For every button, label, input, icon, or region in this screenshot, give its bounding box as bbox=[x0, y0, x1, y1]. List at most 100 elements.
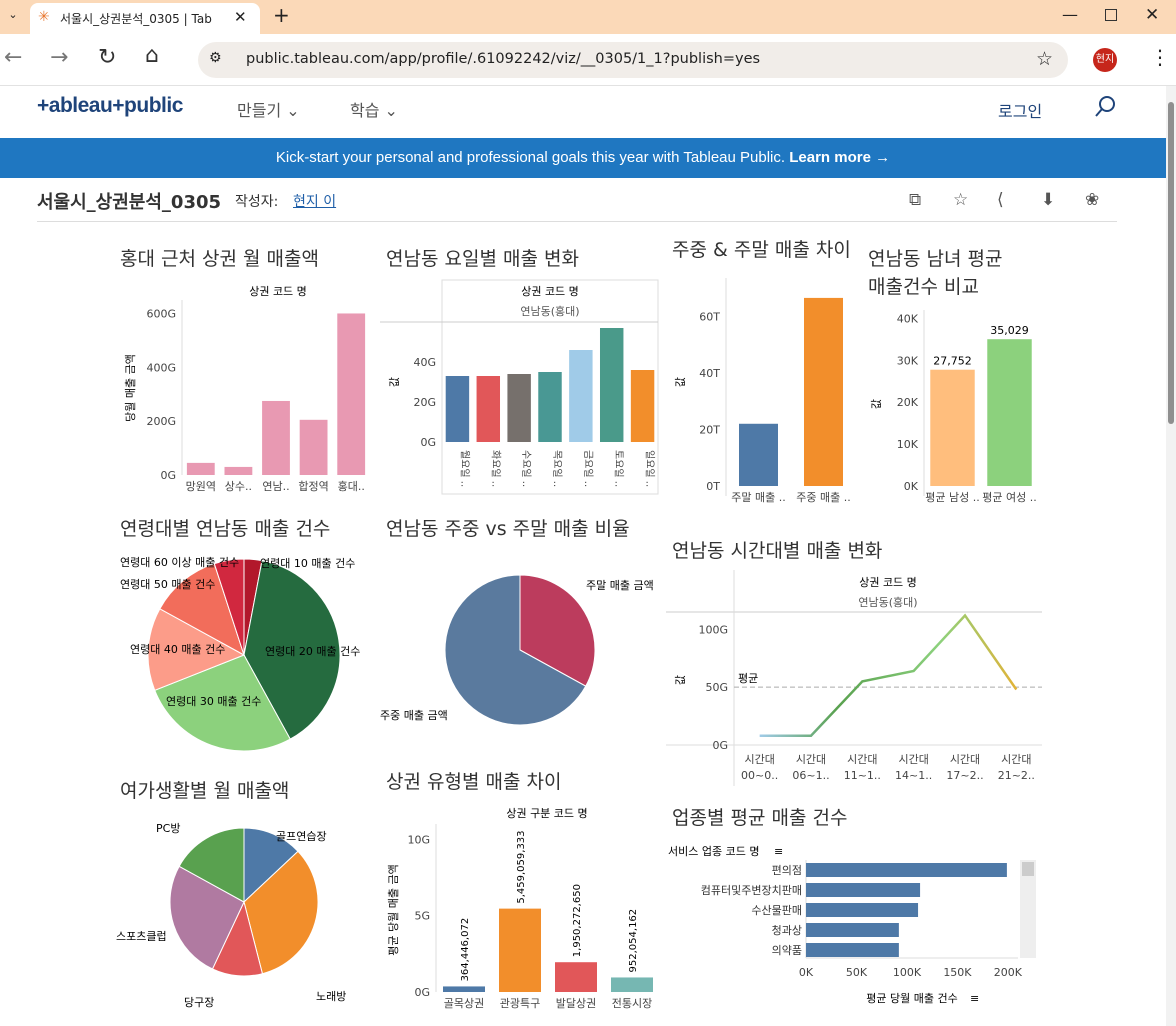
panel-title-8: 여가생활별 월 매출액 bbox=[120, 780, 290, 802]
p10-scroll-thumb[interactable] bbox=[1022, 862, 1034, 876]
bar bbox=[806, 903, 919, 917]
award-icon[interactable]: ❀ bbox=[1085, 189, 1099, 211]
chart-p6[interactable]: 주말 매출 금액주중 매출 금액 bbox=[378, 558, 660, 740]
x-tick-label: 월요일 .. bbox=[458, 450, 470, 487]
share-icon[interactable]: ⟨ bbox=[997, 189, 1004, 211]
bar bbox=[806, 863, 1007, 877]
bar bbox=[186, 462, 215, 475]
x-tick-label: 평균 여성 .. bbox=[982, 491, 1036, 504]
y-tick-label: 600G bbox=[146, 307, 176, 320]
y-tick-label: 편의점 bbox=[772, 864, 802, 877]
chart-p3[interactable]: 값 0T 20T 40T 60T 주말 매출 .. 주중 매출 .. bbox=[666, 278, 862, 520]
scrollbar-thumb[interactable] bbox=[1168, 102, 1174, 424]
favorite-star-icon[interactable]: ☆ bbox=[953, 189, 968, 211]
sort-icon[interactable]: ≡ bbox=[970, 992, 979, 1005]
panel-title-1: 홍대 근처 상권 월 매출액 bbox=[120, 248, 319, 270]
data-label: 1,950,272,650 bbox=[572, 884, 583, 957]
y-tick-label: 0G bbox=[420, 436, 436, 449]
bar bbox=[499, 908, 541, 992]
panel-title-2: 연남동 요일별 매출 변화 bbox=[386, 248, 579, 270]
x-tick-label: 시간대 bbox=[744, 753, 774, 766]
page-scrollbar[interactable] bbox=[1166, 86, 1176, 1026]
bar bbox=[806, 923, 899, 937]
profile-avatar[interactable]: 현지 bbox=[1093, 48, 1117, 72]
chart-p10[interactable]: 서비스 업종 코드 명 ≡ 평균 당월 매출 건수 ≡ 편의점컴퓨터및주변장치판… bbox=[666, 840, 1042, 1016]
x-tick-label: 100K bbox=[893, 966, 922, 979]
x-tick-label: 14~1.. bbox=[895, 769, 932, 782]
x-tick-label: 금요일 .. bbox=[582, 450, 594, 487]
browser-tab[interactable]: ✳ 서울시_상권분석_0305 | Tab ✕ bbox=[30, 3, 260, 34]
x-tick-label: 토요일 .. bbox=[613, 450, 625, 487]
browser-menu-icon[interactable]: ⋮ bbox=[1150, 46, 1170, 68]
x-tick-label: 화요일 .. bbox=[489, 450, 501, 487]
reload-icon[interactable]: ↻ bbox=[98, 45, 116, 70]
x-tick-label: 시간대 bbox=[847, 753, 877, 766]
x-tick-label: 홍대.. bbox=[338, 479, 365, 493]
panel-title-7: 연남동 시간대별 매출 변화 bbox=[672, 540, 883, 562]
address-bar[interactable]: ⚙ public.tableau.com/app/profile/.610922… bbox=[198, 42, 1068, 78]
x-tick-label: 200K bbox=[994, 966, 1023, 979]
y-tick-label: 청과상 bbox=[772, 924, 802, 937]
p7-header: 상권 코드 명 bbox=[859, 576, 917, 589]
p7-subheader: 연남동(홍대) bbox=[858, 595, 917, 609]
x-tick-label: 연남.. bbox=[262, 480, 289, 493]
x-tick-label: 상수.. bbox=[225, 480, 252, 493]
forward-icon[interactable]: → bbox=[50, 45, 68, 70]
search-icon[interactable] bbox=[1095, 95, 1117, 117]
site-settings-icon[interactable]: ⚙ bbox=[209, 50, 222, 66]
pie-label: 주말 매출 금액 bbox=[586, 579, 654, 592]
tableau-favicon-icon: ✳ bbox=[38, 9, 50, 25]
x-tick-label: 21~2.. bbox=[998, 769, 1035, 782]
make-menu-label: 만들기 bbox=[237, 101, 282, 120]
chart-p8[interactable]: 골프연습장노래방 당구장 스포츠클럽 PC방 bbox=[112, 818, 374, 1014]
login-link[interactable]: 로그인 bbox=[998, 98, 1042, 122]
chevron-down-icon: ⌄ bbox=[379, 101, 398, 120]
bar bbox=[299, 419, 328, 475]
chart-p9[interactable]: 상권 구분 코드 명 평균 당월 매출 금액 0G 5G 10G 골목상권 364,44… bbox=[380, 800, 662, 1016]
chart-p5[interactable]: 연령대 10 매출 건수연령대 20 매출 건수연령대 30 매출 건수 연령대 … bbox=[112, 544, 374, 760]
chart-p7[interactable]: 상권 코드 명 연남동(홍대) 값 0G 50G 100G 평균시간대 00~0.. 시간… bbox=[666, 570, 1042, 786]
pie-label: 노래방 bbox=[316, 990, 346, 1003]
copy-icon[interactable]: ⧉ bbox=[909, 189, 921, 211]
minimize-icon[interactable]: — bbox=[1062, 5, 1078, 24]
close-window-icon[interactable]: ✕ bbox=[1145, 5, 1159, 25]
bar bbox=[262, 400, 290, 475]
home-icon[interactable]: ⌂ bbox=[145, 43, 159, 68]
p4-ylabel: 값 bbox=[870, 399, 883, 409]
x-tick-label: 50K bbox=[846, 966, 868, 979]
author-link[interactable]: 현지 이 bbox=[293, 191, 336, 211]
sort-icon[interactable]: ≡ bbox=[774, 845, 783, 858]
y-tick-label: 20K bbox=[897, 396, 919, 409]
pie-label: 연령대 40 매출 건수 bbox=[130, 643, 225, 656]
data-label: 952,054,162 bbox=[628, 909, 639, 973]
new-tab-icon[interactable]: + bbox=[273, 3, 290, 27]
chart-p1[interactable]: 상권 코드 명 당월 매출 금액 0G 200G 400G 600G 망원역 상수.. 연남… bbox=[112, 278, 374, 500]
x-tick-label: 관광특구 bbox=[500, 997, 540, 1010]
tableau-public-logo[interactable]: +ableau+public bbox=[37, 94, 183, 118]
p7-ylabel: 값 bbox=[674, 675, 687, 685]
back-icon[interactable]: ← bbox=[4, 45, 22, 70]
panel-title-5: 연령대별 연남동 매출 건수 bbox=[120, 518, 331, 540]
x-tick-label: 주말 매출 .. bbox=[731, 491, 785, 504]
maximize-icon[interactable] bbox=[1105, 9, 1117, 21]
y-tick-label: 0G bbox=[160, 469, 176, 482]
x-tick-label: 주중 매출 .. bbox=[796, 491, 850, 504]
y-tick-label: 30K bbox=[897, 354, 919, 367]
chart-p4[interactable]: 값 0K 10K 20K 30K 40K 평균 남성 .. 27,752 평균 여성 .. 35… bbox=[864, 300, 1042, 520]
bookmark-star-icon[interactable]: ☆ bbox=[1036, 48, 1053, 70]
bar bbox=[476, 376, 501, 442]
panel-title-9: 상권 유형별 매출 차이 bbox=[386, 771, 562, 793]
tableau-header: +ableau+public 만들기 ⌄ 학습 ⌄ 로그인 bbox=[0, 86, 1166, 138]
y-tick-label: 수산물판매 bbox=[751, 904, 802, 917]
learn-more-link[interactable]: Learn more → bbox=[789, 149, 890, 166]
y-tick-label: 의약품 bbox=[772, 943, 802, 957]
learn-menu[interactable]: 학습 ⌄ bbox=[350, 97, 398, 121]
chart-p2[interactable]: 상권 코드 명 연남동(홍대) 값 0G 20G 40G 월요일 .. 화요일 .. 수요… bbox=[380, 278, 662, 500]
x-tick-label: 망원역 bbox=[186, 480, 216, 493]
make-menu[interactable]: 만들기 ⌄ bbox=[237, 97, 300, 121]
download-icon[interactable]: ⬇ bbox=[1041, 189, 1055, 211]
close-tab-icon[interactable]: ✕ bbox=[234, 8, 247, 26]
x-tick-label: 합정역 bbox=[298, 480, 328, 493]
x-tick-label: 평균 남성 .. bbox=[925, 491, 979, 504]
tab-list-button[interactable]: ⌄ bbox=[4, 8, 22, 26]
